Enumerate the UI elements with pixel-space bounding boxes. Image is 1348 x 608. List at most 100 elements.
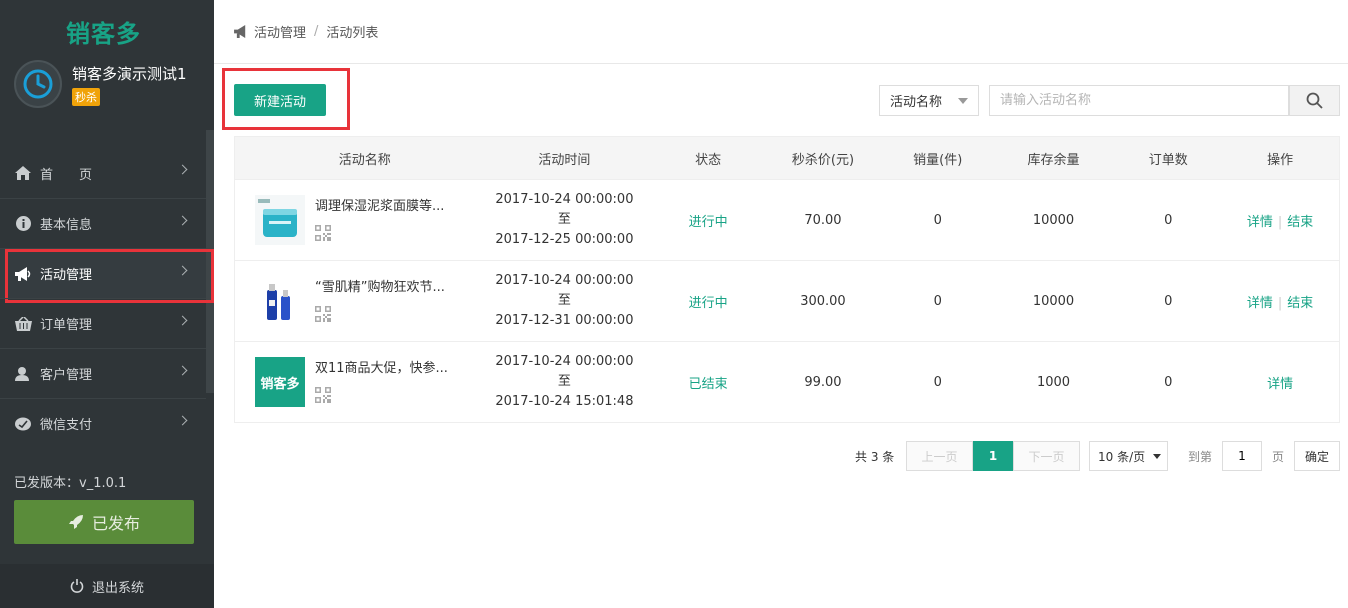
sidebar-item-wechat-pay[interactable]: 微信支付 (0, 398, 206, 448)
publish-label: 已发布 (91, 514, 140, 533)
stock-cell: 1000 (1036, 374, 1071, 390)
stock-cell: 10000 (1032, 212, 1075, 228)
table-row: “雪肌精”购物狂欢节... 2017-10-24 00:00:00 至 2017… (235, 260, 1339, 341)
actions-cell: 详情 | 结束 (1221, 292, 1339, 311)
breadcrumb-root[interactable]: 活动管理 (254, 22, 306, 41)
product-thumbnail[interactable] (255, 276, 305, 326)
product-info: 双11商品大促，快参... (315, 357, 465, 407)
stock-cell: 10000 (1032, 293, 1075, 309)
publish-button[interactable]: 已发布 (14, 500, 194, 544)
wechat-icon (14, 415, 32, 433)
end-link[interactable]: 结束 (1287, 296, 1313, 311)
qrcode-icon[interactable] (315, 225, 331, 241)
chevron-right-icon (177, 164, 188, 175)
activity-name[interactable]: 调理保湿泥浆面膜等... (315, 195, 465, 214)
new-activity-button[interactable]: 新建活动 (234, 84, 326, 116)
chevron-right-icon (177, 365, 188, 376)
product-thumbnail[interactable] (255, 195, 305, 245)
qrcode-icon[interactable] (315, 387, 331, 403)
end-link[interactable]: 结束 (1287, 215, 1313, 230)
column-header: 操作 (1267, 152, 1294, 168)
chevron-right-icon (177, 415, 188, 426)
sales-cell: 0 (933, 374, 942, 390)
rocket-icon (68, 515, 83, 529)
orders-cell: 0 (1164, 374, 1173, 390)
detail-link[interactable]: 详情 (1267, 377, 1293, 392)
column-header: 活动时间 (538, 152, 591, 168)
sidebar-item-home[interactable]: 首 页 (0, 148, 206, 198)
product-info: 调理保湿泥浆面膜等... (315, 195, 465, 245)
time-to: 至 (557, 293, 571, 308)
goto-confirm-button[interactable]: 确定 (1294, 441, 1340, 471)
qrcode-icon[interactable] (315, 306, 331, 322)
brand-logo: 销客多 (66, 20, 141, 48)
breadcrumb-current: 活动列表 (326, 26, 379, 41)
column-header: 秒杀价(元) (791, 152, 855, 168)
home-icon (14, 164, 32, 182)
price-cell: 300.00 (800, 293, 846, 309)
activity-name[interactable]: “雪肌精”购物狂欢节... (315, 276, 465, 295)
product-thumbnail[interactable]: 销客多 (255, 357, 305, 407)
version-label: 已发版本：v_1.0.1 (14, 476, 127, 491)
sales-cell: 0 (933, 212, 942, 228)
product-info: “雪肌精”购物狂欢节... (315, 276, 465, 326)
page-size-select[interactable]: 10 条/页 (1089, 441, 1168, 471)
detail-link[interactable]: 详情 (1247, 215, 1273, 230)
search-field-select[interactable]: 活动名称 (879, 85, 979, 116)
activity-name-cell: 销客多 双11商品大促，快参... (235, 357, 475, 407)
megaphone-icon (234, 25, 246, 38)
sidebar: 销客多 销客多演示测试1 秒杀 首 页 基本信息 活动管理 订单管理 客户管理 … (0, 0, 214, 608)
table-row: 调理保湿泥浆面膜等... 2017-10-24 00:00:00 至 2017-… (235, 179, 1339, 260)
orders-cell: 0 (1164, 293, 1173, 309)
table-header: 活动名称 活动时间 状态 秒杀价(元) 销量(件) 库存余量 订单数 操作 (235, 137, 1339, 179)
activity-time: 2017-10-24 00:00:00 至 2017-12-31 00:00:0… (475, 271, 655, 331)
info-icon (14, 215, 32, 233)
status-badge: 进行中 (688, 214, 728, 230)
activity-name[interactable]: 双11商品大促，快参... (315, 357, 465, 376)
price-cell: 70.00 (804, 212, 842, 228)
next-page-button[interactable]: 下一页 (1013, 441, 1080, 471)
search-input[interactable] (989, 85, 1289, 116)
clock-icon (23, 69, 53, 99)
power-icon (70, 579, 84, 593)
start-time: 2017-10-24 00:00:00 (495, 273, 634, 288)
end-time: 2017-12-25 00:00:00 (495, 232, 634, 247)
sidebar-item-label: 首 页 (40, 167, 93, 183)
page-label: 页 (1272, 450, 1285, 464)
start-time: 2017-10-24 00:00:00 (495, 192, 634, 207)
shop-name: 销客多演示测试1 (72, 65, 187, 83)
start-time: 2017-10-24 00:00:00 (495, 354, 634, 369)
basket-icon (14, 315, 32, 333)
shop-avatar (14, 60, 62, 108)
sidebar-item-activity[interactable]: 活动管理 (0, 248, 214, 303)
goto-page-input[interactable] (1222, 441, 1262, 471)
caret-down-icon (958, 98, 968, 104)
end-time: 2017-10-24 15:01:48 (495, 394, 634, 409)
sidebar-item-customers[interactable]: 客户管理 (0, 348, 206, 398)
activity-time: 2017-10-24 00:00:00 至 2017-10-24 15:01:4… (475, 352, 655, 412)
time-to: 至 (557, 212, 571, 227)
user-icon (14, 365, 32, 383)
activity-name-cell: 调理保湿泥浆面膜等... (235, 195, 475, 245)
page-number-current[interactable]: 1 (973, 441, 1013, 471)
shop-profile: 销客多演示测试1 秒杀 (14, 60, 214, 110)
column-header: 状态 (695, 152, 722, 168)
prev-page-button[interactable]: 上一页 (906, 441, 973, 471)
detail-link[interactable]: 详情 (1247, 296, 1273, 311)
chevron-right-icon (177, 315, 188, 326)
column-header: 库存余量 (1027, 152, 1080, 168)
logout-button[interactable]: 退出系统 (0, 564, 214, 608)
chevron-right-icon (177, 265, 188, 276)
megaphone-icon (14, 265, 32, 283)
search-button[interactable] (1289, 85, 1340, 116)
activity-name-cell: “雪肌精”购物狂欢节... (235, 276, 475, 326)
sidebar-item-label: 基本信息 (40, 218, 93, 233)
goto-label: 到第 (1188, 450, 1213, 464)
sidebar-item-orders[interactable]: 订单管理 (0, 298, 206, 348)
actions-cell: 详情 (1221, 373, 1339, 392)
pagination-total: 共 3 条 (855, 450, 895, 464)
status-badge: 已结束 (688, 376, 728, 392)
chevron-right-icon (177, 215, 188, 226)
sidebar-item-basic-info[interactable]: 基本信息 (0, 198, 206, 248)
search-icon (1306, 92, 1323, 109)
